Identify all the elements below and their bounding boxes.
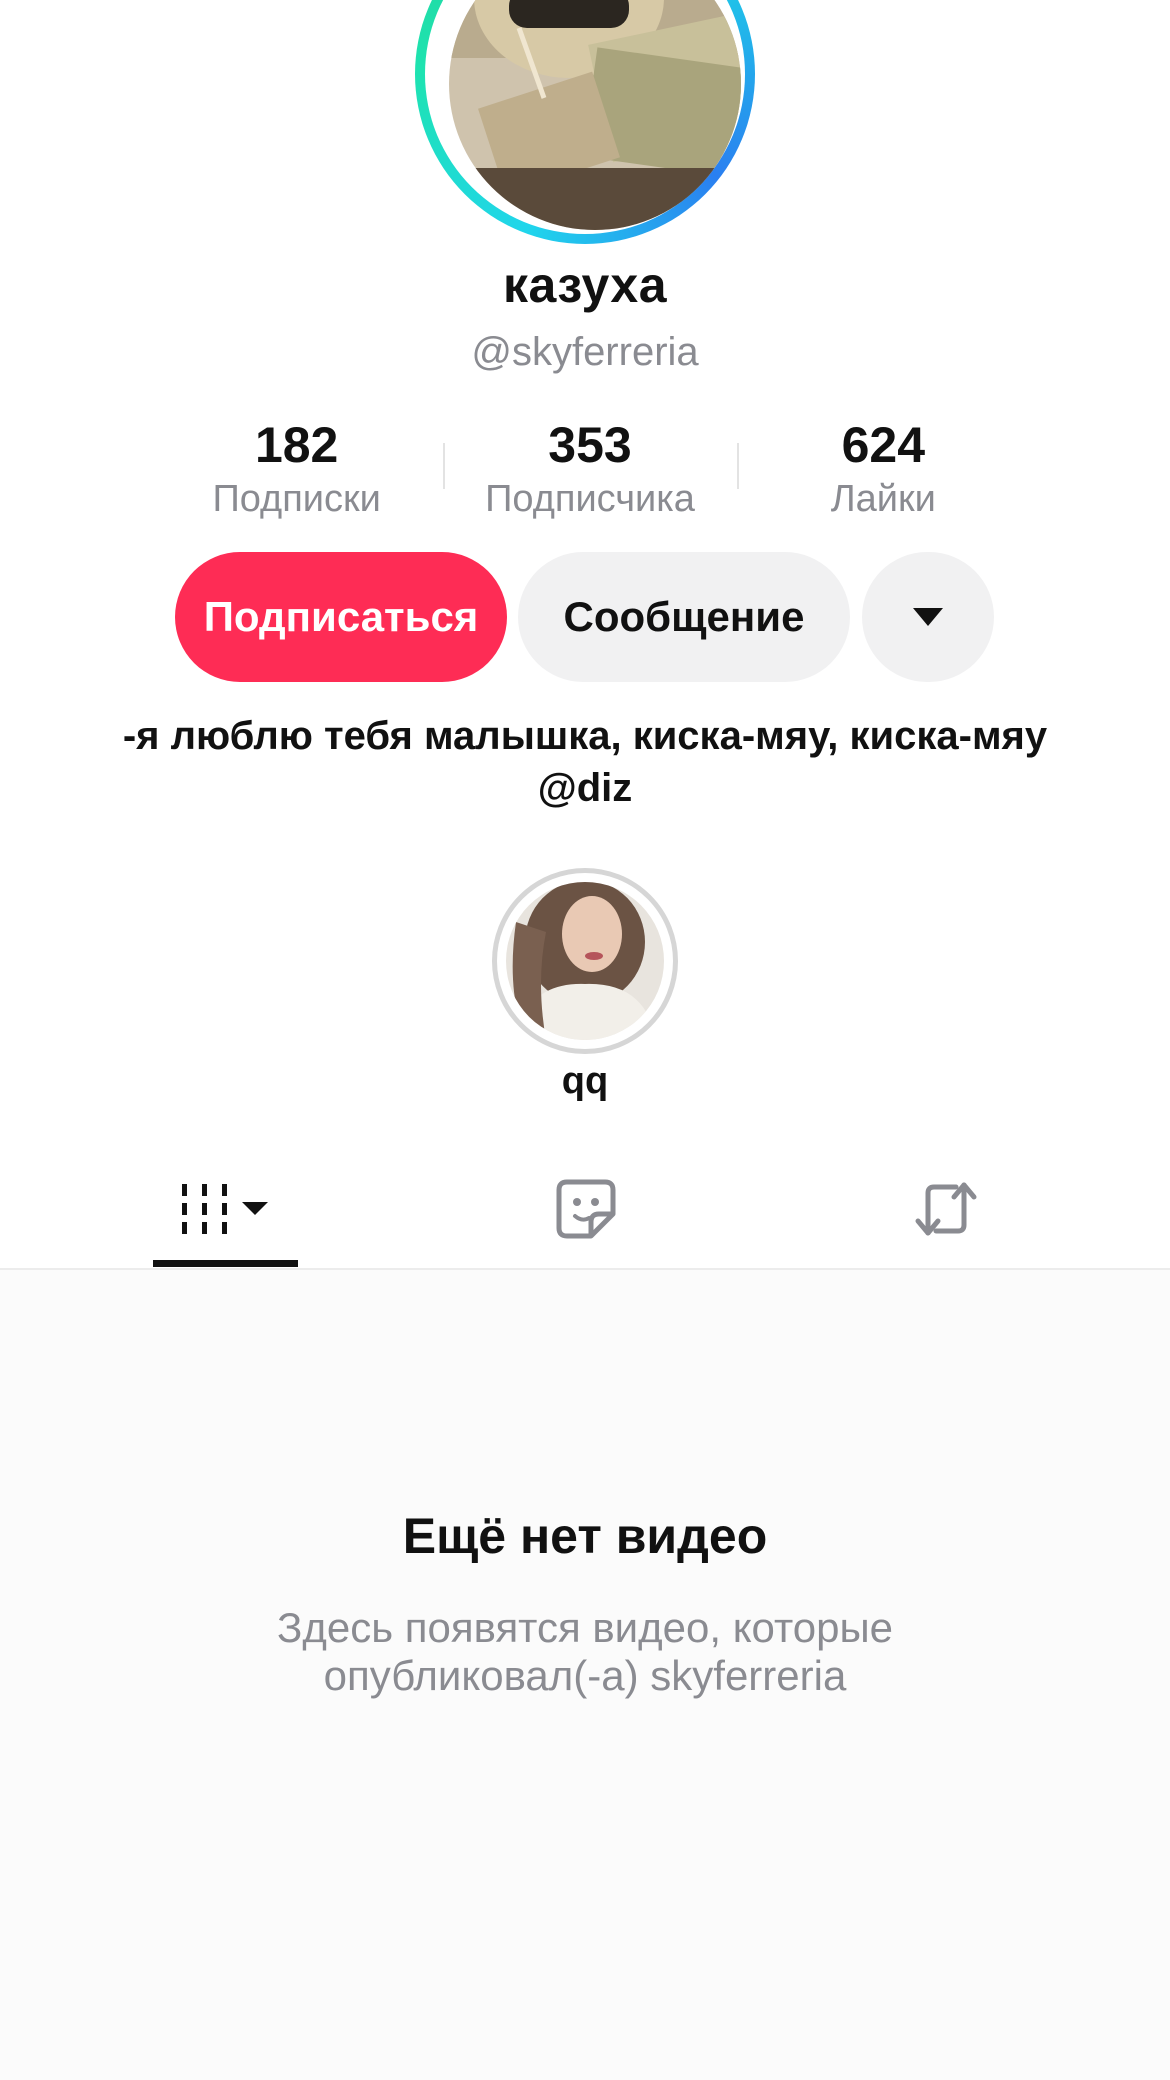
stat-followers-value: 353: [548, 417, 632, 473]
profile-avatar[interactable]: [415, 0, 755, 244]
profile-bio: -я люблю тебя малышка, киска-мяу, киска-…: [122, 714, 1048, 810]
tab-videos[interactable]: [153, 1150, 298, 1268]
empty-state-title: Ещё нет видео: [402, 1508, 768, 1564]
stat-likes-label: Лайки: [830, 478, 936, 520]
tab-reposts[interactable]: [873, 1150, 1018, 1268]
stat-likes[interactable]: 624 Лайки: [736, 415, 1030, 525]
display-name: казуха: [502, 257, 668, 313]
avatar-image: [449, 0, 741, 230]
more-options-button[interactable]: [862, 552, 994, 682]
message-button[interactable]: Сообщение: [518, 552, 850, 682]
highlight-label: qq: [561, 1060, 609, 1102]
liked-sticker-icon: [556, 1179, 615, 1239]
avatar-photo: [449, 0, 741, 230]
tab-liked[interactable]: [513, 1150, 658, 1268]
highlight-image: [506, 882, 664, 1040]
caret-down-icon: [913, 608, 943, 626]
repost-icon: [915, 1182, 976, 1236]
story-highlight[interactable]: [492, 868, 678, 1054]
stat-followers[interactable]: 353 Подписчика: [443, 415, 736, 525]
empty-state-subtitle: Здесь появятся видео, которые опубликова…: [276, 1604, 894, 1699]
stat-following-value: 182: [254, 417, 339, 473]
profile-stats: 182 Подписки 353 Подписчика 624 Лайки: [150, 415, 1030, 525]
stat-following[interactable]: 182 Подписки: [150, 415, 443, 525]
active-tab-indicator: [153, 1260, 298, 1267]
stat-following-label: Подписки: [212, 478, 381, 520]
username: @skyferreria: [471, 330, 699, 374]
stat-likes-value: 624: [841, 417, 926, 473]
avatar-ring-gap: [425, 0, 745, 234]
stat-followers-label: Подписчика: [485, 478, 695, 520]
follow-button[interactable]: Подписаться: [175, 552, 507, 682]
profile-tabs: [0, 1150, 1170, 1270]
videos-grid-icon: [181, 1184, 268, 1234]
highlight-cover: [506, 882, 664, 1040]
